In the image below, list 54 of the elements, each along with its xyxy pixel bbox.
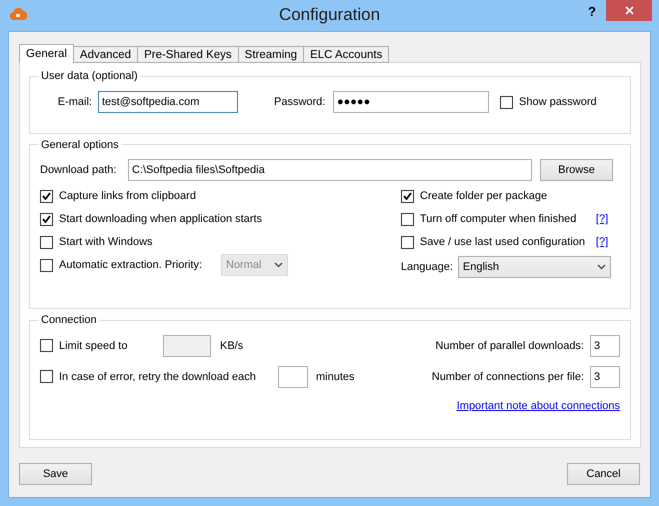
close-button[interactable] [606,0,652,21]
tab[interactable]: General [19,44,74,63]
password-field[interactable]: ●●●●● [333,91,489,113]
tab[interactable]: Streaming [238,46,304,63]
help-link[interactable]: [?] [596,236,608,248]
tab[interactable]: ELC Accounts [303,46,390,63]
download-path-field[interactable]: C:\Softpedia files\Softpedia [128,158,532,181]
window-title: Configuration [278,5,382,25]
note-link[interactable]: Important note about connections [456,400,620,412]
tab[interactable]: Pre-Shared Keys [137,46,239,63]
checkbox[interactable] [40,258,53,272]
email-label: E-mail: [56,96,92,108]
close-icon [624,6,634,15]
checkbox[interactable] [40,236,53,249]
checkbox-label[interactable]: Turn off computer when finished [420,213,596,226]
checkbox[interactable] [40,370,53,384]
checkbox[interactable] [400,236,414,249]
checkbox[interactable] [500,96,513,108]
group-title: User data (optional) [40,70,139,82]
group-title: Connection [40,314,98,326]
checkbox-label[interactable]: Start downloading when application starts [59,213,262,226]
cancel-button[interactable]: Cancel [567,463,640,485]
checkbox-label[interactable]: Capture links from clipboard [59,190,196,202]
email-field[interactable]: test@softpedia.com [98,91,238,113]
connections-per-file-label: Number of connections per file: [432,370,584,383]
retry-minutes-field[interactable] [278,366,308,388]
download-path-label: Download path: [40,164,118,176]
group-title: General options [40,138,120,151]
checkbox[interactable] [400,212,414,226]
save-button[interactable]: Save [19,463,92,485]
checkbox-label[interactable]: Show password [519,96,597,108]
help-link[interactable]: [?] [596,213,608,226]
checkbox-label[interactable]: In case of error, retry the download each [59,370,278,383]
checkbox-label[interactable]: Automatic extraction. Priority: [59,259,221,272]
parallel-downloads-field[interactable]: 3 [590,334,620,357]
checkbox-label[interactable]: Start with Windows [59,236,153,248]
connections-per-file-field[interactable]: 3 [590,366,620,388]
checkbox[interactable] [40,212,53,226]
unit-label: minutes [316,370,355,383]
checkbox-label[interactable]: Create folder per package [420,190,596,202]
chevron-down-icon [596,264,606,270]
language-select[interactable]: English [458,256,611,278]
help-button[interactable]: ? [588,4,596,19]
cloud-icon [10,8,27,20]
chevron-down-icon [274,262,283,268]
checkbox[interactable] [40,190,53,203]
tab[interactable]: Advanced [72,46,138,63]
language-label: Language: [400,260,453,273]
checkbox-label[interactable]: Save / use last used configuration [420,236,596,248]
password-label: Password: [274,96,326,108]
unit-label: KB/s [220,340,244,352]
browse-button[interactable]: Browse [540,158,613,181]
checkbox[interactable] [400,190,414,203]
parallel-downloads-label: Number of parallel downloads: [435,340,584,352]
